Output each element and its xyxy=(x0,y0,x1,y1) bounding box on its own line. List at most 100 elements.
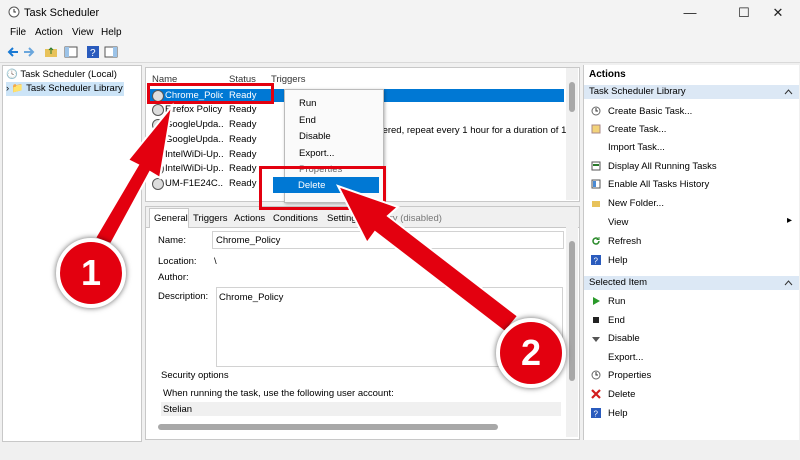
tab-history[interactable]: History (disabled) xyxy=(368,213,442,224)
help-icon: ? xyxy=(591,255,601,265)
task-status: Ready xyxy=(229,178,257,189)
show-action-pane-icon[interactable] xyxy=(104,45,118,59)
create-basic-task-icon xyxy=(591,106,601,116)
action-refresh[interactable]: Refresh xyxy=(608,236,641,247)
action-display-running[interactable]: Display All Running Tasks xyxy=(608,161,717,172)
context-run[interactable]: Run xyxy=(299,98,316,109)
user-account-value: Stelian xyxy=(163,404,193,415)
tab-actions[interactable]: Actions xyxy=(234,213,265,224)
tab-settings[interactable]: Settings xyxy=(327,213,361,224)
task-status: Ready xyxy=(229,163,257,174)
scrollbar-thumb[interactable] xyxy=(569,82,575,112)
action-view[interactable]: View xyxy=(608,217,628,228)
menu-view[interactable]: View xyxy=(72,27,94,38)
task-icon xyxy=(152,149,164,161)
tree-root-label: Task Scheduler (Local) xyxy=(20,69,117,80)
disable-icon xyxy=(592,337,600,342)
section-library-label: Task Scheduler Library xyxy=(589,86,686,97)
actions-pane: Actions Task Scheduler Library Create Ba… xyxy=(583,65,799,440)
end-icon xyxy=(593,317,599,323)
toolbar: ? xyxy=(0,42,800,63)
action-create-basic-task[interactable]: Create Basic Task... xyxy=(608,106,692,117)
show-hide-tree-icon[interactable] xyxy=(64,45,78,59)
help-icon[interactable]: ? xyxy=(86,45,100,59)
svg-text:?: ? xyxy=(594,257,599,266)
badge-2: 2 xyxy=(496,318,566,388)
task-name: GoogleUpda... xyxy=(165,134,223,145)
tab-triggers[interactable]: Triggers xyxy=(193,213,228,224)
collapse-up-icon[interactable] xyxy=(784,88,793,96)
action-import-task[interactable]: Import Task... xyxy=(608,142,665,153)
actions-section-library[interactable]: Task Scheduler Library xyxy=(584,85,799,99)
task-status: Ready xyxy=(229,149,257,160)
clock-icon: 🕓 xyxy=(6,69,18,80)
task-list-scrollbar[interactable] xyxy=(566,68,578,200)
tree-library[interactable]: › 📁 Task Scheduler Library xyxy=(6,82,124,96)
tree-library-label: Task Scheduler Library xyxy=(26,83,123,94)
scrollbar-thumb[interactable] xyxy=(569,241,575,381)
context-end[interactable]: End xyxy=(299,115,316,126)
action-properties[interactable]: Properties xyxy=(608,370,651,381)
context-export[interactable]: Export... xyxy=(299,148,334,159)
collapse-up-icon[interactable] xyxy=(784,279,793,287)
new-folder-icon xyxy=(592,201,600,207)
tab-general[interactable]: General xyxy=(154,213,188,224)
task-status: Ready xyxy=(229,104,257,115)
back-arrow-icon[interactable] xyxy=(6,45,20,59)
submenu-arrow-icon: ▸ xyxy=(787,215,793,226)
task-icon xyxy=(152,119,164,131)
tree-root[interactable]: 🕓 Task Scheduler (Local) xyxy=(6,68,117,82)
forward-arrow-icon[interactable] xyxy=(22,45,36,59)
folder-up-icon[interactable] xyxy=(44,45,58,59)
task-name: IntelWiDi-Up... xyxy=(165,149,223,160)
action-enable-history[interactable]: Enable All Tasks History xyxy=(608,179,709,190)
task-history-icon xyxy=(591,179,601,189)
description-value: Chrome_Policy xyxy=(219,292,284,303)
actions-title: Actions xyxy=(589,69,626,80)
properties-icon xyxy=(591,370,601,380)
context-disable[interactable]: Disable xyxy=(299,131,331,142)
location-value: \ xyxy=(214,256,217,267)
running-tasks-icon xyxy=(591,161,601,171)
task-name: UM-F1E24C... xyxy=(165,178,223,189)
user-account-field: Stelian xyxy=(161,402,561,416)
column-triggers[interactable]: Triggers xyxy=(271,74,306,85)
task-scheduler-icon xyxy=(8,6,20,18)
task-name: GoogleUpda... xyxy=(165,119,223,130)
author-label: Author: xyxy=(158,272,189,283)
details-vertical-scrollbar[interactable] xyxy=(566,227,578,437)
menu-file[interactable]: File xyxy=(10,27,26,38)
action-disable[interactable]: Disable xyxy=(608,333,640,344)
help-icon: ? xyxy=(591,408,601,418)
details-scrollbar[interactable] xyxy=(158,424,498,430)
action-help[interactable]: Help xyxy=(608,255,628,266)
location-label: Location: xyxy=(158,256,197,267)
task-icon xyxy=(152,178,164,190)
expand-chevron-icon[interactable]: › xyxy=(6,83,9,94)
action-new-folder[interactable]: New Folder... xyxy=(608,198,664,209)
action-run[interactable]: Run xyxy=(608,296,625,307)
menu-action[interactable]: Action xyxy=(35,27,63,38)
task-status: Ready xyxy=(229,134,257,145)
close-button[interactable]: ✕ xyxy=(756,0,800,26)
menu-help[interactable]: Help xyxy=(101,27,122,38)
action-delete[interactable]: Delete xyxy=(608,389,635,400)
highlight-box-task xyxy=(147,83,274,104)
action-end[interactable]: End xyxy=(608,315,625,326)
task-icon xyxy=(152,134,164,146)
window-title: Task Scheduler xyxy=(24,7,100,19)
run-icon xyxy=(593,297,600,305)
minimize-button[interactable]: — xyxy=(668,0,712,26)
action-export[interactable]: Export... xyxy=(608,352,643,363)
action-help-selected[interactable]: Help xyxy=(608,408,628,419)
folder-icon: 📁 xyxy=(11,83,24,94)
actions-section-selected[interactable]: Selected Item xyxy=(584,276,799,290)
details-tabs: General Triggers Actions Conditions Sett… xyxy=(146,207,579,228)
tab-conditions[interactable]: Conditions xyxy=(273,213,318,224)
highlight-box-delete xyxy=(259,166,386,210)
name-field[interactable]: Chrome_Policy xyxy=(212,231,564,249)
svg-text:?: ? xyxy=(594,410,599,419)
action-create-task[interactable]: Create Task... xyxy=(608,124,666,135)
task-name: IntelWiDi-Up... xyxy=(165,163,223,174)
name-label: Name: xyxy=(158,235,186,246)
